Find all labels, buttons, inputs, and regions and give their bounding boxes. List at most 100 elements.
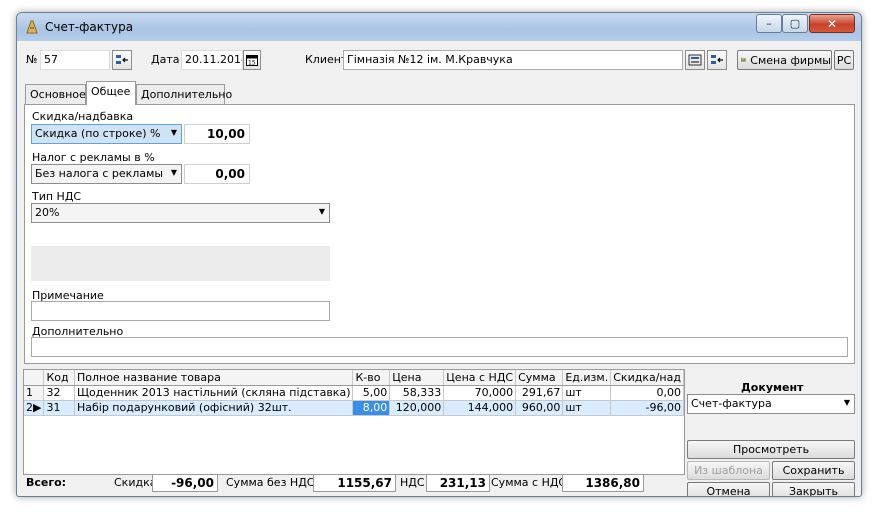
client-label: Клиент [305,53,348,66]
change-firm-button[interactable]: Смена фирмы [737,50,832,70]
row-number: 2▶ [24,400,45,416]
ad-tax-label: Налог с рекламы в % [32,151,155,164]
document-type-select[interactable]: Счет-фактура ▼ [687,394,855,414]
invoice-window: Счет-фактура – ▢ ✕ № 57 Дата 20.11.2014 … [16,12,862,497]
total-label: Всего: [26,476,67,489]
window-title: Счет-фактура [45,20,134,34]
discount-value-field[interactable]: 10,00 [184,124,250,144]
col-qty-header[interactable]: К-во [352,370,391,386]
col-price-header[interactable]: Цена [389,370,445,386]
pc-button[interactable]: РС [834,50,854,70]
number-field[interactable]: 57 [40,50,110,70]
number-lookup-button[interactable] [112,50,132,70]
cell-sum[interactable]: 960,00 [515,400,564,416]
ad-tax-value-field[interactable]: 0,00 [184,164,250,184]
discount-label: Скидка/надбавка [32,110,134,123]
col-unit-header[interactable]: Ед.изм. [562,370,612,386]
calendar-icon: 15 [246,55,258,67]
sum-no-vat-value: 1155,67 [313,474,396,492]
cell-unit[interactable]: шт [562,385,612,401]
from-template-button[interactable]: Из шаблона [687,461,770,480]
cell-price-vat[interactable]: 144,000 [443,400,517,416]
save-button[interactable]: Сохранить [772,461,855,480]
col-price-vat-header[interactable]: Цена с НДС [443,370,517,386]
ad-tax-select[interactable]: Без налога с рекламы ▼ [31,164,182,184]
cell-discount[interactable]: 0,00 [610,385,684,401]
cell-qty[interactable]: 5,00 [352,385,391,401]
cell-name[interactable]: Набір подарунковий (офісний) 32шт. [74,400,354,416]
change-firm-label: Смена фирмы [750,53,831,67]
client-lookup-button[interactable] [707,50,727,70]
discount-type-value: Скидка (по строке) % [35,127,161,140]
current-row-icon: ▶ [33,401,42,414]
date-label: Дата [151,53,180,66]
cell-price[interactable]: 58,333 [389,385,445,401]
sum-no-vat-label: Сумма без НДС [226,476,315,489]
table-header: Код Полное название товара К-во Цена Цен… [24,370,684,386]
chevron-down-icon: ▼ [318,207,325,216]
client-card-icon [688,54,702,66]
sum-with-vat-label: Сумма с НДС [491,476,567,489]
blank-info-area [31,246,330,281]
sum-with-vat-value: 1386,80 [562,474,644,492]
list-lookup-icon [116,55,128,64]
cell-price-vat[interactable]: 70,000 [443,385,517,401]
totals-bar: Всего: Скидка -96,00 Сумма без НДС 1155,… [23,474,685,492]
chevron-down-icon: ▼ [170,168,177,177]
vat-sum-label: НДС [400,476,425,489]
col-name-header[interactable]: Полное название товара [74,370,354,386]
discount-type-select[interactable]: Скидка (по строке) % ▼ [31,124,182,144]
calendar-button[interactable]: 15 [243,50,261,70]
title-bar[interactable]: Счет-фактура – ▢ ✕ [17,13,861,41]
col-discount-header[interactable]: Скидка/над [610,370,684,386]
items-table[interactable]: Код Полное название товара К-во Цена Цен… [23,369,685,475]
row-indicator-header [24,370,45,386]
number-label: № [26,53,38,66]
cell-sum[interactable]: 291,67 [515,385,564,401]
svg-text:15: 15 [248,60,256,67]
close-button[interactable]: Закрыть [772,482,855,496]
tab-main[interactable]: Основное [25,84,86,104]
cell-unit[interactable]: шт [562,400,612,416]
note-field[interactable] [31,301,330,321]
cell-price[interactable]: 120,000 [389,400,445,416]
vat-type-select[interactable]: 20% ▼ [31,203,330,223]
cell-discount[interactable]: -96,00 [610,400,684,416]
table-row[interactable]: 2▶ 31 Набір подарунковий (офісний) 32шт.… [24,400,684,416]
vat-sum-value: 231,13 [426,474,490,492]
client-card-button[interactable] [685,50,705,70]
cell-name[interactable]: Щоденник 2013 настільний (скляна підстав… [74,385,354,401]
table-row[interactable]: 1 32 Щоденник 2013 настільний (скляна пі… [24,385,684,401]
maximize-button[interactable]: ▢ [782,14,808,33]
additional-field[interactable] [31,337,848,357]
tab-additional[interactable]: Дополнительно [136,84,232,104]
col-sum-header[interactable]: Сумма [515,370,564,386]
row-number-text: 2 [26,401,33,414]
cell-code[interactable]: 32 [43,385,75,401]
row-number: 1 [24,385,45,401]
window-body: № 57 Дата 20.11.2014 15 Клиент Гімназія … [23,42,855,496]
list-lookup-icon [711,55,723,64]
general-tab-panel: Скидка/надбавка Скидка (по строке) % ▼ 1… [24,104,855,364]
chevron-down-icon: ▼ [170,128,177,137]
vat-type-value: 20% [35,206,60,219]
ad-tax-type-value: Без налога с рекламы [35,167,164,180]
preview-button[interactable]: Просмотреть [687,440,855,459]
minimize-button[interactable]: – [756,14,782,33]
total-discount-value: -96,00 [152,474,218,492]
date-field[interactable]: 20.11.2014 [181,50,243,70]
firm-icon [741,58,747,62]
document-panel-title: Документ [741,381,804,394]
total-discount-label: Скидка [114,476,157,489]
document-edit-icon [26,20,38,34]
client-field[interactable]: Гімназія №12 ім. М.Кравчука [343,50,683,70]
cancel-button[interactable]: Отмена [687,482,770,496]
chevron-down-icon: ▼ [843,398,850,407]
tab-general[interactable]: Общее [86,81,136,105]
close-window-button[interactable]: ✕ [809,14,855,33]
vat-type-label: Тип НДС [32,190,82,203]
cell-qty[interactable]: 8,00 [352,400,391,416]
cell-code[interactable]: 31 [43,400,75,416]
document-type-value: Счет-фактура [691,397,772,410]
col-code-header[interactable]: Код [43,370,75,386]
